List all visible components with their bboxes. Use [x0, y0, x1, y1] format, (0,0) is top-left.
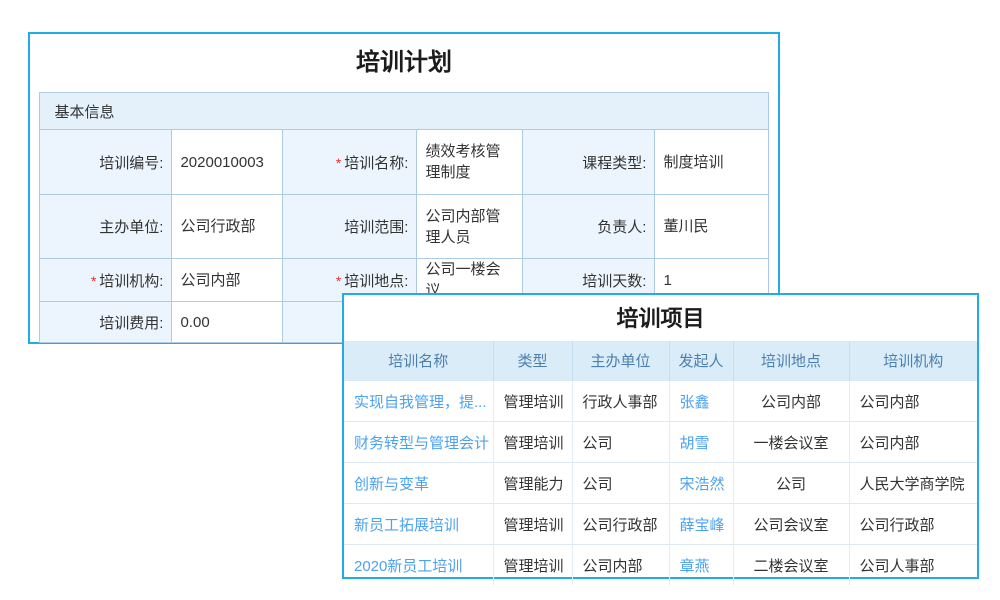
table-row: 新员工拓展培训 管理培训 公司行政部 薛宝峰 公司会议室 公司行政部: [344, 504, 977, 545]
training-name-cell: 新员工拓展培训: [344, 504, 493, 545]
training-name-cell: 2020新员工培训: [344, 545, 493, 586]
field-label-training-agency: *培训机构:: [40, 259, 172, 302]
required-mark: *: [91, 273, 96, 289]
location-cell: 公司: [733, 463, 849, 504]
training-name-cell: 财务转型与管理会计: [344, 422, 493, 463]
training-name-cell: 实现自我管理，提...: [344, 381, 493, 422]
initiator-link[interactable]: 薛宝峰: [680, 517, 725, 534]
host-unit-cell: 公司内部: [572, 545, 669, 586]
field-value-person-in-charge: 董川民: [655, 195, 768, 259]
initiator-cell: 张鑫: [669, 381, 733, 422]
field-value-training-cost: 0.00: [172, 302, 283, 343]
field-label-training-no: 培训编号:: [40, 130, 172, 195]
training-plan-title: 培训计划: [30, 34, 778, 92]
column-header-location: 培训地点: [733, 341, 849, 381]
form-row-1: 培训编号: 2020010003 *培训名称: 绩效考核管理制度 课程类型: 制…: [40, 130, 768, 195]
host-unit-cell: 公司行政部: [572, 504, 669, 545]
table-header-row: 培训名称 类型 主办单位 发起人 培训地点 培训机构: [344, 341, 977, 381]
training-name-link[interactable]: 创新与变革: [354, 476, 429, 493]
training-projects-panel: 培训项目 培训名称 类型 主办单位 发起人 培训地点 培训机构 实现自我管理，提…: [342, 293, 979, 579]
type-cell: 管理能力: [493, 463, 572, 504]
column-header-type: 类型: [493, 341, 572, 381]
training-projects-table: 培训名称 类型 主办单位 发起人 培训地点 培训机构 实现自我管理，提... 管…: [344, 341, 977, 585]
initiator-link[interactable]: 张鑫: [680, 394, 710, 411]
initiator-link[interactable]: 章燕: [680, 558, 710, 575]
table-row: 实现自我管理，提... 管理培训 行政人事部 张鑫 公司内部 公司内部: [344, 381, 977, 422]
field-label-training-cost: 培训费用:: [40, 302, 172, 343]
initiator-link[interactable]: 宋浩然: [680, 476, 725, 493]
type-cell: 管理培训: [493, 381, 572, 422]
type-cell: 管理培训: [493, 422, 572, 463]
field-value-training-name: 绩效考核管理制度: [417, 130, 523, 195]
host-unit-cell: 公司: [572, 422, 669, 463]
field-value-training-agency: 公司内部: [172, 259, 283, 302]
field-label-course-type: 课程类型:: [523, 130, 655, 195]
table-row: 2020新员工培训 管理培训 公司内部 章燕 二楼会议室 公司人事部: [344, 545, 977, 586]
field-value-course-type: 制度培训: [655, 130, 768, 195]
agency-cell: 人民大学商学院: [849, 463, 977, 504]
training-name-cell: 创新与变革: [344, 463, 493, 504]
type-cell: 管理培训: [493, 504, 572, 545]
host-unit-cell: 行政人事部: [572, 381, 669, 422]
table-row: 创新与变革 管理能力 公司 宋浩然 公司 人民大学商学院: [344, 463, 977, 504]
field-label-training-name: *培训名称:: [283, 130, 417, 195]
initiator-link[interactable]: 胡雪: [680, 435, 710, 452]
field-label-host-unit: 主办单位:: [40, 195, 172, 259]
column-header-agency: 培训机构: [849, 341, 977, 381]
location-cell: 公司会议室: [733, 504, 849, 545]
initiator-cell: 宋浩然: [669, 463, 733, 504]
column-header-training-name: 培训名称: [344, 341, 493, 381]
training-name-link[interactable]: 实现自我管理，提...: [354, 394, 487, 411]
column-header-host-unit: 主办单位: [572, 341, 669, 381]
host-unit-cell: 公司: [572, 463, 669, 504]
field-value-training-no: 2020010003: [172, 130, 283, 195]
location-cell: 公司内部: [733, 381, 849, 422]
location-cell: 一楼会议室: [733, 422, 849, 463]
training-projects-title: 培训项目: [344, 295, 977, 341]
agency-cell: 公司内部: [849, 422, 977, 463]
column-header-initiator: 发起人: [669, 341, 733, 381]
field-label-person-in-charge: 负责人:: [523, 195, 655, 259]
training-name-link[interactable]: 2020新员工培训: [354, 558, 462, 575]
initiator-cell: 薛宝峰: [669, 504, 733, 545]
agency-cell: 公司行政部: [849, 504, 977, 545]
required-mark: *: [336, 273, 341, 289]
initiator-cell: 胡雪: [669, 422, 733, 463]
field-label-training-scope: 培训范围:: [283, 195, 417, 259]
type-cell: 管理培训: [493, 545, 572, 586]
training-name-link[interactable]: 财务转型与管理会计: [354, 435, 489, 452]
required-mark: *: [336, 155, 341, 171]
field-value-host-unit: 公司行政部: [172, 195, 283, 259]
location-cell: 二楼会议室: [733, 545, 849, 586]
form-row-2: 主办单位: 公司行政部 培训范围: 公司内部管理人员 负责人: 董川民: [40, 195, 768, 259]
initiator-cell: 章燕: [669, 545, 733, 586]
agency-cell: 公司内部: [849, 381, 977, 422]
training-name-link[interactable]: 新员工拓展培训: [354, 517, 459, 534]
agency-cell: 公司人事部: [849, 545, 977, 586]
table-row: 财务转型与管理会计 管理培训 公司 胡雪 一楼会议室 公司内部: [344, 422, 977, 463]
field-value-training-scope: 公司内部管理人员: [417, 195, 523, 259]
section-header-basic-info: 基本信息: [40, 93, 768, 130]
